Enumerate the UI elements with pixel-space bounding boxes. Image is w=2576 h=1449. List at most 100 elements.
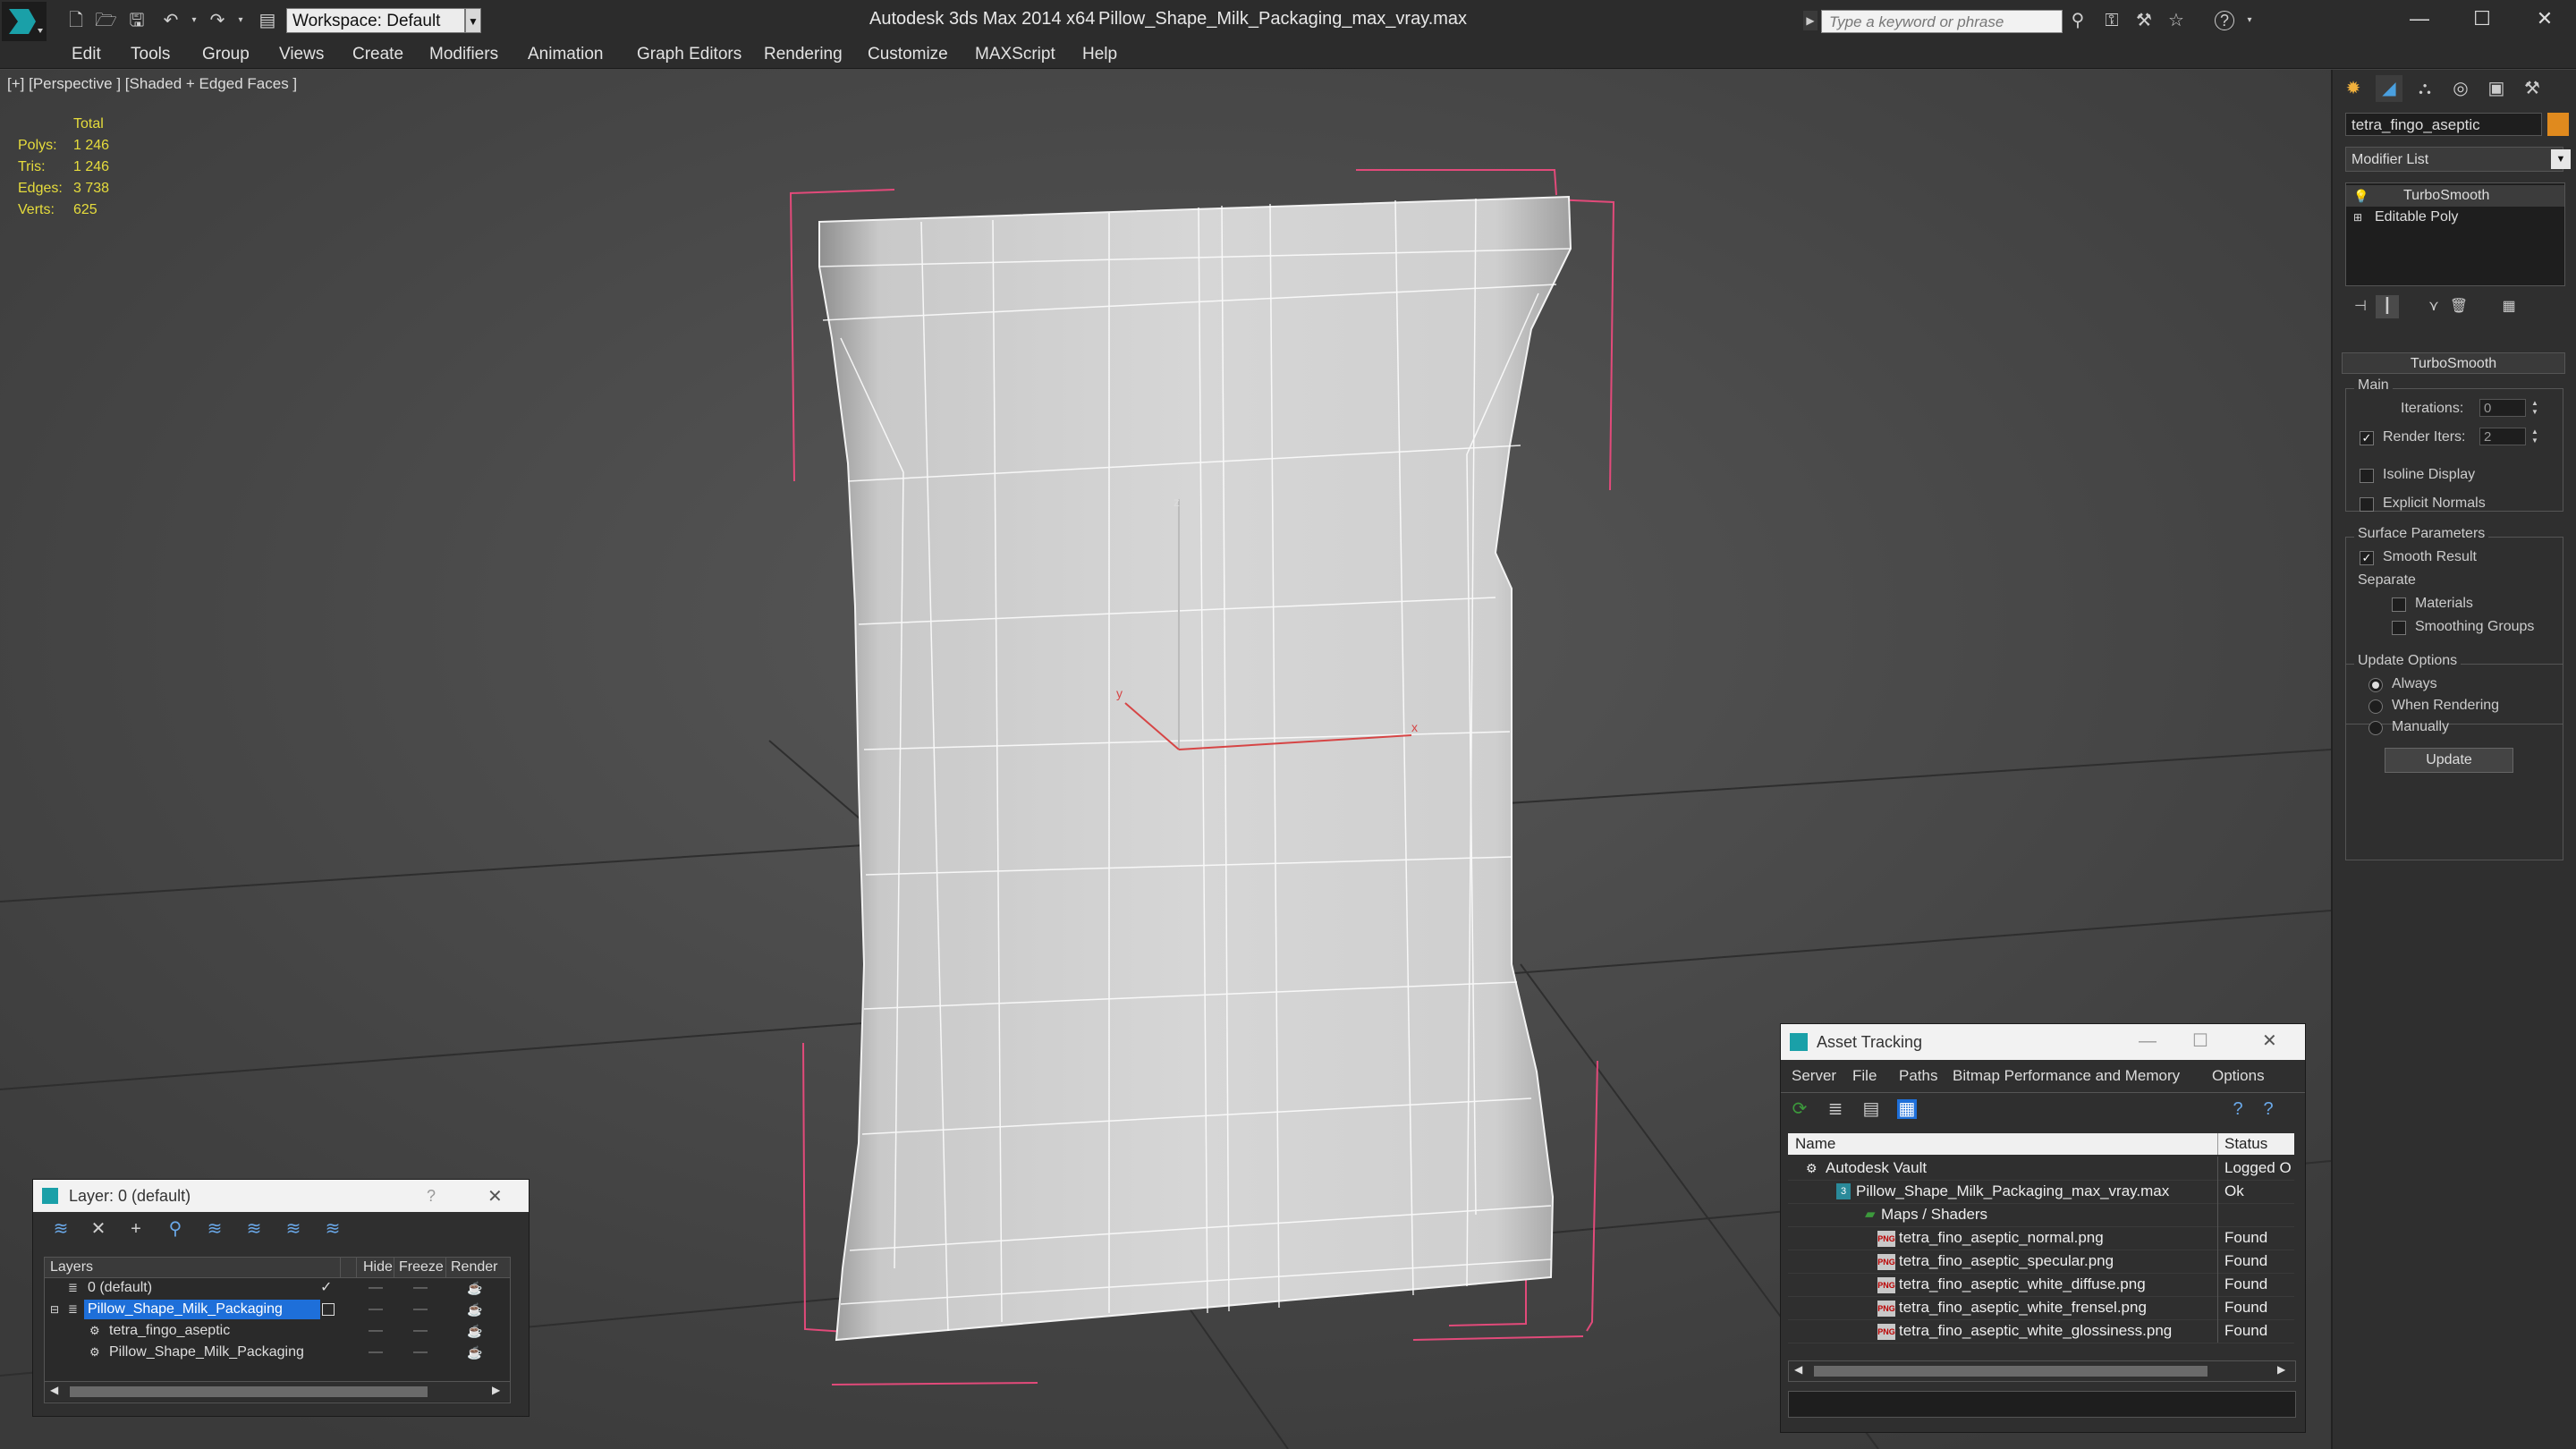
menu-group[interactable]: Group (202, 45, 250, 64)
asset-row[interactable]: PNG tetra_fino_aseptic_specular.png Foun… (1788, 1250, 2294, 1274)
asset-menu-server[interactable]: Server (1792, 1067, 1836, 1085)
make-unique-icon[interactable]: ⋎ (2422, 295, 2445, 318)
teapot-icon[interactable]: ☕ (467, 1277, 482, 1299)
stack-item-editable-poly[interactable]: ⊞ Editable Poly (2346, 207, 2564, 228)
menu-modifiers[interactable]: Modifiers (429, 45, 498, 64)
open-file-icon[interactable]: 🗁 (95, 11, 117, 30)
scrollbar-thumb[interactable] (70, 1386, 428, 1397)
asset-row[interactable]: ▰ Maps / Shaders (1788, 1203, 2294, 1227)
binoculars-icon[interactable]: ⚲ (2068, 11, 2088, 30)
refresh-icon[interactable]: ⟳ (1790, 1099, 1809, 1119)
hide-toggle-icon[interactable]: — (369, 1277, 383, 1299)
app-logo-icon[interactable] (2, 2, 47, 41)
workspace-select[interactable]: Workspace: Default (286, 8, 465, 33)
search-expand-icon[interactable]: ▶ (1803, 11, 1818, 30)
undo-icon[interactable]: ↶ (161, 11, 181, 30)
menu-customize[interactable]: Customize (868, 45, 948, 64)
search-input[interactable]: Type a keyword or phrase (1821, 10, 2063, 33)
layer-row[interactable]: ≣ 0 (default) ✓ — — ☕ (45, 1277, 510, 1299)
scroll-left-icon[interactable]: ◀ (1794, 1363, 1802, 1376)
asset-row[interactable]: 3 Pillow_Shape_Milk_Packaging_max_vray.m… (1788, 1180, 2294, 1204)
spinner-arrows-icon[interactable]: ▲ ▼ (2529, 399, 2540, 417)
help-context-icon[interactable]: ? (2258, 1099, 2278, 1119)
close-icon[interactable]: ✕ (2262, 1030, 2277, 1052)
hide-toggle-icon[interactable]: — (369, 1320, 383, 1342)
menu-animation[interactable]: Animation (528, 45, 604, 64)
close-window-button[interactable]: ✕ (2513, 0, 2576, 38)
scroll-right-icon[interactable]: ▶ (2277, 1363, 2285, 1376)
smooth-result-checkbox[interactable]: ✓ (2360, 551, 2374, 565)
iterations-spinner[interactable]: 0 (2479, 399, 2526, 417)
render-iters-checkbox[interactable]: ✓ (2360, 431, 2374, 445)
maximize-icon[interactable]: ☐ (2192, 1030, 2208, 1052)
menu-create[interactable]: Create (352, 45, 403, 64)
manually-radio[interactable] (2368, 721, 2383, 735)
modify-tab-icon[interactable]: ◢ (2376, 75, 2402, 102)
asset-row[interactable]: PNG tetra_fino_aseptic_white_frensel.png… (1788, 1296, 2294, 1320)
star-icon[interactable]: ☆ (2166, 11, 2186, 30)
column-render[interactable]: Render (451, 1258, 497, 1277)
help-icon[interactable]: ? (2215, 11, 2234, 30)
asset-row[interactable]: PNG tetra_fino_aseptic_normal.png Found (1788, 1226, 2294, 1250)
teapot-icon[interactable]: ☕ (467, 1299, 482, 1320)
scroll-left-icon[interactable]: ◀ (50, 1384, 58, 1396)
chevron-down-icon[interactable]: ▼ (2551, 149, 2571, 169)
minimize-icon[interactable]: — (2139, 1031, 2157, 1052)
project-folder-icon[interactable]: ▤ (258, 11, 277, 30)
asset-menu-options[interactable]: Options (2212, 1067, 2265, 1085)
chevron-down-icon[interactable]: ▼ (465, 8, 481, 33)
asset-menu-bitmap[interactable]: Bitmap Performance and Memory (1953, 1067, 2180, 1085)
menu-graph-editors[interactable]: Graph Editors (637, 45, 741, 64)
collapse-minus-icon[interactable]: ⊟ (50, 1299, 59, 1320)
freeze-all-layers-icon[interactable]: ≋ (323, 1219, 343, 1239)
menu-tools[interactable]: Tools (131, 45, 170, 64)
asset-window-titlebar[interactable]: Asset Tracking — ☐ ✕ (1781, 1024, 2305, 1060)
column-status[interactable]: Status (2224, 1133, 2267, 1155)
layer-row[interactable]: ⚙ tetra_fingo_aseptic — — ☕ (45, 1320, 510, 1342)
rollout-turbosmooth-header[interactable]: TurboSmooth (2342, 352, 2565, 374)
menu-edit[interactable]: Edit (72, 45, 101, 64)
pin-stack-icon[interactable]: ⊣ (2349, 295, 2372, 318)
menu-rendering[interactable]: Rendering (764, 45, 843, 64)
hide-toggle-icon[interactable]: — (369, 1299, 383, 1320)
redo-icon[interactable]: ↷ (208, 11, 227, 30)
layer-row[interactable]: ⊟ ≣ Pillow_Shape_Milk_Packaging — — ☕ (45, 1299, 510, 1320)
display-tab-icon[interactable]: ▣ (2483, 75, 2510, 102)
asset-row[interactable]: ⚙ Autodesk Vault Logged O (1788, 1157, 2294, 1181)
redo-dropdown-icon[interactable]: ▾ (231, 11, 250, 30)
set-current-layer-icon[interactable]: ≋ (244, 1219, 264, 1239)
scroll-right-icon[interactable]: ▶ (492, 1384, 500, 1396)
help-dropdown-icon[interactable]: ▾ (2240, 11, 2259, 30)
save-icon[interactable]: 🖫 (127, 11, 147, 30)
show-end-result-icon[interactable]: ┃ (2376, 295, 2399, 318)
set-current-box-icon[interactable] (322, 1303, 335, 1316)
select-layer-icon[interactable]: ≋ (205, 1219, 225, 1239)
hierarchy-tab-icon[interactable]: ⛬ (2411, 75, 2438, 102)
add-to-layer-icon[interactable]: + (126, 1219, 146, 1239)
freeze-toggle-icon[interactable]: — (413, 1320, 428, 1342)
menu-views[interactable]: Views (279, 45, 324, 64)
maximize-button[interactable]: ☐ (2451, 0, 2513, 38)
render-iters-spinner[interactable]: 2 (2479, 428, 2526, 445)
freeze-toggle-icon[interactable]: — (413, 1342, 428, 1363)
freeze-toggle-icon[interactable]: — (413, 1277, 428, 1299)
asset-menu-paths[interactable]: Paths (1899, 1067, 1937, 1085)
configure-modifier-sets-icon[interactable]: ▦ (2497, 295, 2521, 318)
scrollbar-thumb[interactable] (1814, 1366, 2207, 1377)
menu-help[interactable]: Help (1082, 45, 1117, 64)
list-view-icon[interactable]: ≣ (1826, 1099, 1845, 1119)
column-layers[interactable]: Layers (50, 1258, 93, 1277)
stack-item-turbosmooth[interactable]: 💡 TurboSmooth (2346, 185, 2564, 207)
minimize-button[interactable]: — (2388, 0, 2451, 38)
delete-layer-icon[interactable]: ✕ (89, 1219, 108, 1239)
teapot-icon[interactable]: ☕ (467, 1342, 482, 1363)
select-objects-icon[interactable]: ⚲ (165, 1219, 185, 1239)
exchange-icon[interactable]: ⚒ (2134, 11, 2154, 30)
horizontal-scrollbar[interactable]: ◀ ▶ (1788, 1360, 2296, 1382)
layer-row[interactable]: ⚙ Pillow_Shape_Milk_Packaging — — ☕ (45, 1342, 510, 1363)
teapot-icon[interactable]: ☕ (467, 1320, 482, 1342)
column-hide[interactable]: Hide (363, 1258, 393, 1277)
asset-menu-file[interactable]: File (1852, 1067, 1877, 1085)
utilities-tab-icon[interactable]: ⚒ (2519, 75, 2546, 102)
menu-maxscript[interactable]: MAXScript (975, 45, 1055, 64)
